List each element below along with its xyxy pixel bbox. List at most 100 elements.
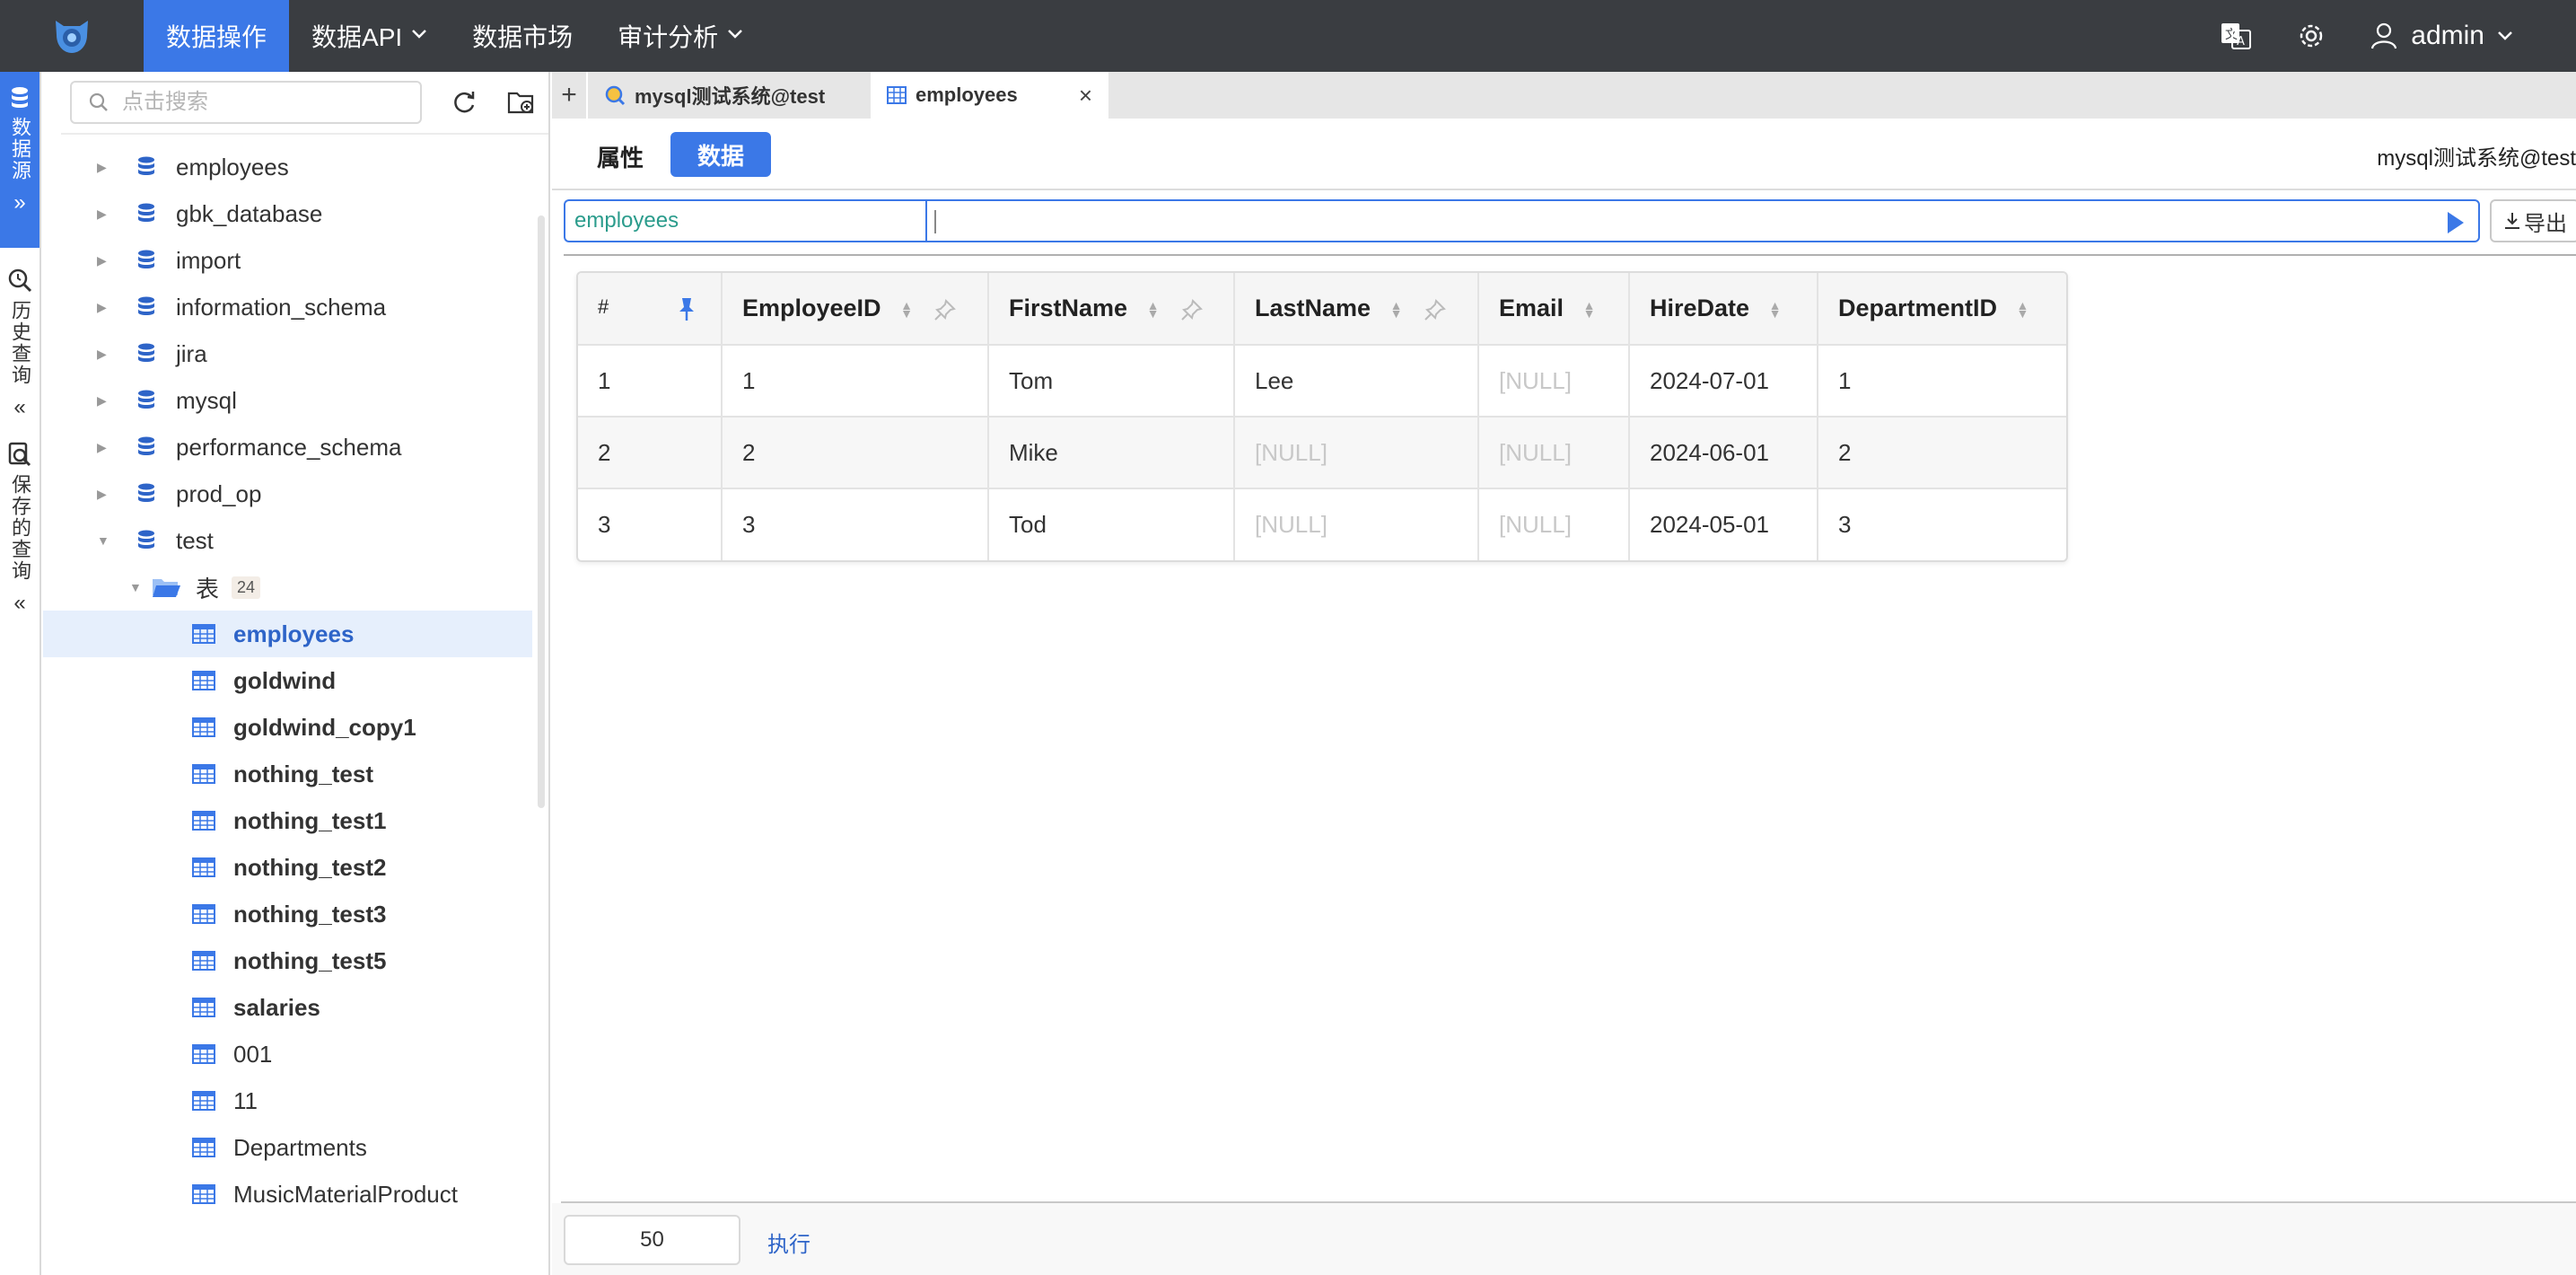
tree-folder-tables[interactable]: ▼ 表 24: [43, 564, 532, 611]
app-logo[interactable]: [0, 0, 144, 72]
tree-table-item[interactable]: goldwind: [43, 657, 532, 704]
tree-database-performance-schema[interactable]: ▶ performance_schema: [43, 424, 532, 470]
caret-right-icon[interactable]: ▶: [97, 393, 118, 409]
table-cell[interactable]: Mike: [988, 417, 1235, 489]
table-cell[interactable]: [NULL]: [1234, 417, 1479, 489]
search-input[interactable]: [120, 89, 390, 116]
table-cell[interactable]: 2: [1818, 417, 2066, 489]
tab-connection[interactable]: mysql测试系统@test: [588, 72, 871, 119]
translate-icon[interactable]: 文A: [2219, 19, 2253, 53]
caret-right-icon[interactable]: ▶: [97, 253, 118, 268]
caret-right-icon[interactable]: ▶: [97, 487, 118, 502]
nav-data-api[interactable]: 数据API: [289, 0, 450, 72]
export-button[interactable]: 导出: [2490, 199, 2576, 242]
run-query-icon[interactable]: [2448, 212, 2464, 233]
table-cell[interactable]: 1: [578, 345, 723, 418]
caret-right-icon[interactable]: ▶: [97, 300, 118, 315]
table-cell[interactable]: 2: [578, 417, 723, 489]
table-cell[interactable]: 1: [722, 345, 989, 418]
table-cell[interactable]: 3: [578, 488, 723, 560]
table-cell[interactable]: [NULL]: [1234, 488, 1479, 560]
column-header-email[interactable]: Email ▲ ▼: [1478, 273, 1630, 346]
table-row[interactable]: 1 1 Tom Lee [NULL] 2024-07-01 1: [578, 345, 2066, 418]
nav-audit-analysis[interactable]: 审计分析: [595, 0, 766, 72]
tree-table-item[interactable]: MusicMaterialProduct: [43, 1171, 532, 1218]
tree-table-item[interactable]: nothing_test1: [43, 797, 532, 844]
expand-right-icon[interactable]: »: [13, 190, 25, 215]
table-cell[interactable]: Lee: [1234, 345, 1479, 418]
tree-database-jira[interactable]: ▶ jira: [43, 330, 532, 377]
subtab-data[interactable]: 数据: [670, 132, 771, 177]
tree-table-item[interactable]: salaries: [43, 984, 532, 1031]
settings-gear-icon[interactable]: [2294, 19, 2328, 53]
row-limit-input[interactable]: 50: [564, 1215, 740, 1265]
tree-table-item[interactable]: goldwind_copy1: [43, 704, 532, 751]
tree-table-item[interactable]: 11: [43, 1077, 532, 1124]
query-input[interactable]: [925, 199, 2480, 242]
subtab-attributes[interactable]: 属性: [597, 140, 644, 173]
tree-database-employees[interactable]: ▶ employees: [43, 144, 532, 190]
add-tab-button[interactable]: +: [552, 72, 588, 119]
sort-icon[interactable]: ▲ ▼: [2017, 299, 2029, 320]
rail-datasource[interactable]: 数据源 »: [0, 72, 39, 248]
tree-database-prod-op[interactable]: ▶ prod_op: [43, 470, 532, 517]
collapse-left-icon[interactable]: «: [13, 395, 25, 420]
nav-data-market[interactable]: 数据市场: [450, 0, 595, 72]
sort-icon[interactable]: ▲ ▼: [1147, 299, 1160, 320]
tree-database-gbk-database[interactable]: ▶ gbk_database: [43, 190, 532, 237]
table-cell[interactable]: 2024-07-01: [1629, 345, 1818, 418]
table-cell[interactable]: 2024-05-01: [1629, 488, 1818, 560]
column-header-index[interactable]: #: [578, 273, 723, 346]
column-header-employeeid[interactable]: EmployeeID ▲ ▼: [722, 273, 989, 346]
pin-icon[interactable]: [1424, 298, 1447, 321]
table-cell[interactable]: Tom: [988, 345, 1235, 418]
tree-table-item[interactable]: 001: [43, 1031, 532, 1077]
pin-filled-icon[interactable]: [677, 296, 697, 321]
caret-down-icon[interactable]: ▼: [97, 533, 118, 548]
tree-table-item[interactable]: nothing_test5: [43, 937, 532, 984]
search-box[interactable]: [70, 81, 422, 124]
nav-data-operation[interactable]: 数据操作: [144, 0, 290, 72]
table-cell[interactable]: 1: [1818, 345, 2066, 418]
pin-icon[interactable]: [933, 298, 957, 321]
sort-icon[interactable]: ▲ ▼: [1769, 299, 1782, 320]
sort-icon[interactable]: ▲ ▼: [900, 299, 913, 320]
pin-icon[interactable]: [1180, 298, 1204, 321]
close-icon[interactable]: ×: [1079, 82, 1092, 110]
table-cell[interactable]: 3: [722, 488, 989, 560]
table-row[interactable]: 3 3 Tod [NULL] [NULL] 2024-05-01 3: [578, 488, 2066, 560]
tree-table-item[interactable]: nothing_test: [43, 751, 532, 797]
sort-icon[interactable]: ▲ ▼: [1390, 299, 1403, 320]
table-cell[interactable]: 2024-06-01: [1629, 417, 1818, 489]
tree-database-mysql[interactable]: ▶ mysql: [43, 377, 532, 424]
rail-saved[interactable]: 保存的查询 «: [0, 420, 39, 616]
tree-table-item[interactable]: Departments: [43, 1124, 532, 1171]
tab-employees[interactable]: employees ×: [871, 72, 1108, 119]
execute-link[interactable]: 执行: [767, 1227, 810, 1258]
table-cell[interactable]: [NULL]: [1478, 345, 1630, 418]
caret-down-icon[interactable]: ▼: [129, 580, 151, 594]
caret-right-icon[interactable]: ▶: [97, 440, 118, 455]
tree-table-item[interactable]: nothing_test3: [43, 891, 532, 937]
column-header-lastname[interactable]: LastName ▲ ▼: [1234, 273, 1479, 346]
table-cell[interactable]: Tod: [988, 488, 1235, 560]
sidebar-scrollbar[interactable]: [538, 215, 545, 808]
caret-right-icon[interactable]: ▶: [97, 207, 118, 222]
user-menu[interactable]: admin: [2370, 21, 2513, 51]
tree-table-item[interactable]: nothing_test2: [43, 844, 532, 891]
collapse-left-icon[interactable]: «: [13, 591, 25, 616]
tree-database-information-schema[interactable]: ▶ information_schema: [43, 284, 532, 330]
column-header-firstname[interactable]: FirstName ▲ ▼: [988, 273, 1235, 346]
column-header-hiredate[interactable]: HireDate ▲ ▼: [1629, 273, 1818, 346]
column-header-departmentid[interactable]: DepartmentID ▲ ▼: [1818, 273, 2066, 346]
table-cell[interactable]: 2: [722, 417, 989, 489]
table-row[interactable]: 2 2 Mike [NULL] [NULL] 2024-06-01 2: [578, 417, 2066, 489]
caret-right-icon[interactable]: ▶: [97, 160, 118, 175]
sort-icon[interactable]: ▲ ▼: [1583, 299, 1596, 320]
rail-history[interactable]: 历史查询 «: [0, 248, 39, 420]
caret-right-icon[interactable]: ▶: [97, 347, 118, 362]
query-table-name[interactable]: employees: [564, 199, 925, 242]
table-cell[interactable]: 3: [1818, 488, 2066, 560]
table-cell[interactable]: [NULL]: [1478, 488, 1630, 560]
add-folder-icon[interactable]: [506, 87, 537, 118]
